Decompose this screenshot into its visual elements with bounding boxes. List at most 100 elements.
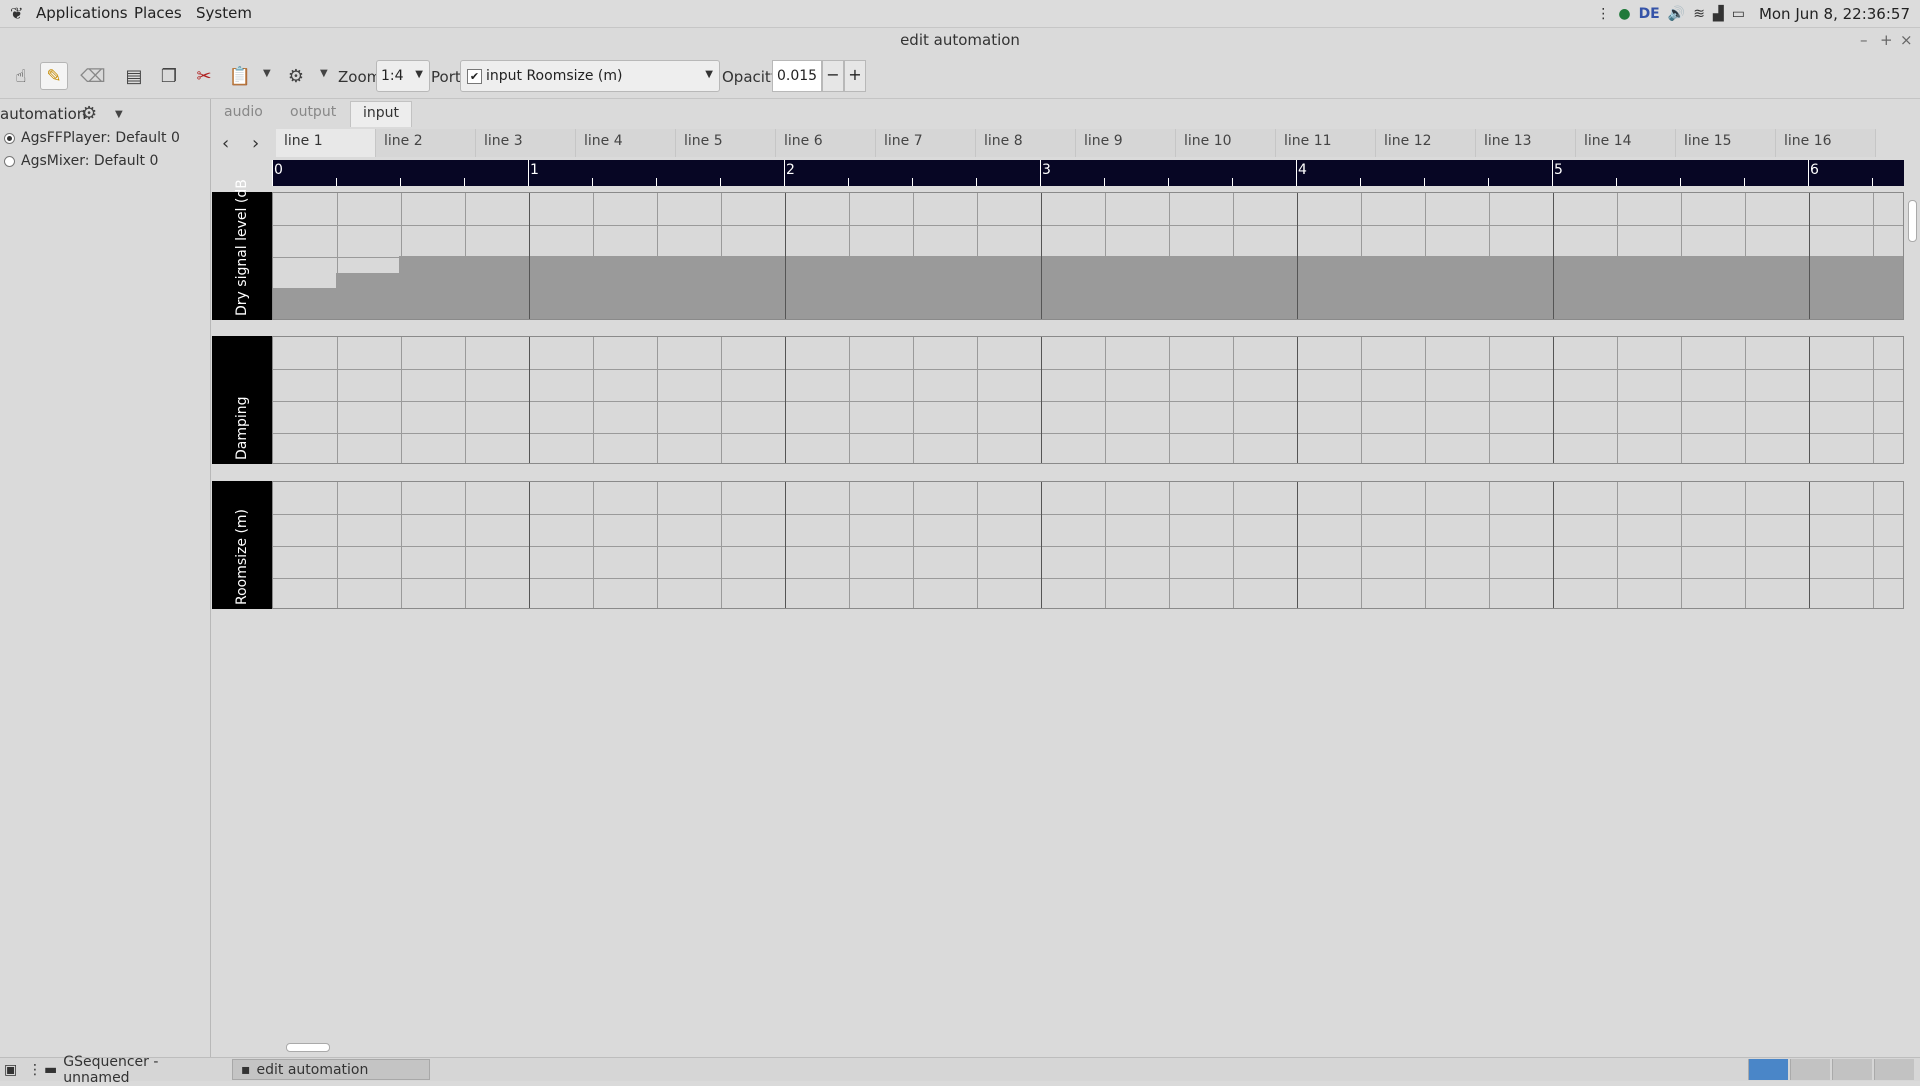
grid-line: [1617, 337, 1618, 463]
menu-places[interactable]: Places: [134, 4, 182, 22]
network-wireless-icon[interactable]: ≋: [1693, 6, 1705, 22]
line-tab[interactable]: line 4: [576, 129, 676, 157]
menu-applications[interactable]: Applications: [36, 4, 128, 22]
gnome-foot-icon[interactable]: ❦: [10, 4, 23, 23]
opacity-increase-button[interactable]: +: [844, 60, 866, 92]
zoom-combo[interactable]: 1:4 ▼: [376, 60, 430, 92]
ruler-tick: [976, 178, 977, 186]
time-ruler[interactable]: 0 1 2 3 4 5 6: [272, 160, 1904, 186]
radio-unselected-icon[interactable]: [4, 155, 15, 167]
line-tab[interactable]: line 9: [1076, 129, 1176, 157]
line-tab[interactable]: line 11: [1276, 129, 1376, 157]
opacity-input[interactable]: 0.015: [772, 60, 822, 92]
grid-line: [593, 482, 594, 608]
line-tab[interactable]: line 15: [1676, 129, 1776, 157]
battery-icon[interactable]: ▭: [1732, 6, 1745, 22]
port-label: Port: [431, 68, 461, 86]
taskbar-item-gsequencer[interactable]: ▬ GSequencer - unnamed: [36, 1054, 228, 1086]
sidebar-item-agsffplayer[interactable]: AgsFFPlayer: Default 0: [4, 130, 180, 146]
select-tool-button[interactable]: ☝: [7, 62, 35, 90]
line-tab[interactable]: line 16: [1776, 129, 1876, 157]
ruler-tick: [464, 178, 465, 186]
radio-selected-icon[interactable]: [4, 132, 15, 144]
maximize-icon[interactable]: +: [1880, 31, 1893, 49]
vertical-scrollbar[interactable]: [1905, 186, 1918, 1046]
line-tab[interactable]: line 7: [876, 129, 976, 157]
duplicate-button[interactable]: ❐: [155, 62, 183, 90]
kebab-menu-icon[interactable]: ⋮: [1596, 6, 1610, 22]
line-tab[interactable]: line 1: [276, 129, 376, 157]
line-tab[interactable]: line 5: [676, 129, 776, 157]
minimize-icon[interactable]: –: [1860, 31, 1868, 49]
port-combo[interactable]: ✔ input Roomsize (m) ▼: [460, 60, 720, 92]
grid-line: [1041, 193, 1042, 319]
tools-dropdown-icon[interactable]: ▼: [320, 68, 328, 79]
line-tab[interactable]: line 6: [776, 129, 876, 157]
cut-button[interactable]: ✂: [190, 62, 218, 90]
automation-lane-dry-signal[interactable]: [272, 192, 1904, 320]
volume-icon[interactable]: 🔊: [1668, 6, 1685, 22]
ruler-tick: [848, 178, 849, 186]
gear-icon[interactable]: ⚙: [81, 103, 97, 124]
workspace-2[interactable]: [1790, 1059, 1830, 1080]
grid-line: [913, 482, 914, 608]
menu-system[interactable]: System: [196, 4, 252, 22]
chevron-down-icon: ▼: [415, 69, 423, 80]
line-tab[interactable]: line 10: [1176, 129, 1276, 157]
automation-lane-roomsize[interactable]: [272, 481, 1904, 609]
grid-line: [849, 193, 850, 319]
sidebar-item-agsmixer[interactable]: AgsMixer: Default 0: [4, 153, 158, 169]
port-checkbox[interactable]: ✔: [467, 68, 482, 84]
grid-line: [337, 337, 338, 463]
zoom-value: 1:4: [381, 68, 404, 84]
clock[interactable]: Mon Jun 8, 22:36:57: [1759, 5, 1910, 23]
lane-label-text: Damping: [234, 396, 250, 460]
line-tab[interactable]: line 13: [1476, 129, 1576, 157]
copy-button[interactable]: ▤: [120, 62, 148, 90]
paste-button[interactable]: 📋: [226, 62, 254, 90]
grid-line: [1297, 482, 1298, 608]
workspace-4[interactable]: [1874, 1059, 1914, 1080]
tab-input[interactable]: input: [350, 101, 413, 127]
vertical-scrollbar-thumb[interactable]: [1908, 200, 1917, 242]
line-tab[interactable]: line 3: [476, 129, 576, 157]
workspace-3[interactable]: [1832, 1059, 1872, 1080]
signal-strength-icon[interactable]: ▟: [1713, 6, 1724, 22]
horizontal-scrollbar-thumb[interactable]: [286, 1043, 330, 1052]
clear-tool-button[interactable]: ⌫: [79, 62, 107, 90]
tab-output[interactable]: output: [278, 101, 348, 127]
tools-button[interactable]: ⚙: [282, 62, 310, 90]
ruler-tick: [272, 160, 273, 186]
grid-line: [273, 225, 1903, 226]
keyboard-layout-indicator[interactable]: DE: [1639, 6, 1660, 22]
edit-tool-button[interactable]: ✎: [40, 62, 68, 90]
automation-fill: [273, 288, 337, 319]
grid-line: [401, 193, 402, 319]
line-tab[interactable]: line 12: [1376, 129, 1476, 157]
line-tab[interactable]: line 2: [376, 129, 476, 157]
automation-sidebar: automation ⚙ ▼ AgsFFPlayer: Default 0 Ag…: [0, 99, 211, 1057]
ruler-label: 6: [1810, 162, 1819, 178]
grid-line: [1745, 337, 1746, 463]
taskbar-item-edit-automation[interactable]: ▪ edit automation: [232, 1059, 430, 1080]
close-icon[interactable]: ×: [1900, 31, 1913, 49]
chevron-left-icon[interactable]: ‹: [222, 133, 229, 154]
line-tab[interactable]: line 14: [1576, 129, 1676, 157]
grid-line: [1553, 337, 1554, 463]
paste-dropdown-icon[interactable]: ▼: [263, 68, 271, 79]
grid-line: [913, 337, 914, 463]
workspace-1[interactable]: [1748, 1059, 1788, 1080]
grid-line: [1425, 193, 1426, 319]
horizontal-scrollbar[interactable]: [272, 1040, 1902, 1054]
grid-line: [1809, 482, 1810, 608]
chevron-right-icon[interactable]: ›: [252, 133, 259, 154]
chevron-down-icon[interactable]: ▼: [115, 109, 123, 120]
window-title: edit automation: [900, 31, 1020, 49]
bluetooth-icon[interactable]: ●: [1618, 6, 1630, 22]
tab-audio[interactable]: audio: [212, 101, 275, 127]
grid-line: [977, 482, 978, 608]
line-tab[interactable]: line 8: [976, 129, 1076, 157]
automation-lane-damping[interactable]: [272, 336, 1904, 464]
opacity-decrease-button[interactable]: −: [822, 60, 844, 92]
show-desktop-icon[interactable]: ▣: [0, 1059, 21, 1080]
